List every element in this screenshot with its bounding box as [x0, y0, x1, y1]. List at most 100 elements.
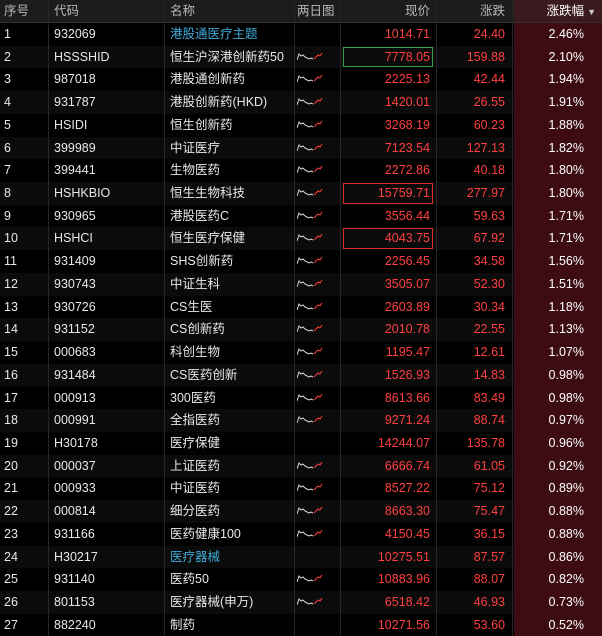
table-row[interactable]: 13 930726 CS生医 2603.89 30.34 1.18% [0, 295, 602, 319]
table-row[interactable]: 20 000037 上证医药 6666.74 61.05 0.92% [0, 454, 602, 478]
column-divider [512, 522, 513, 546]
sort-desc-icon[interactable]: ▼ [587, 7, 596, 17]
column-divider [512, 250, 513, 273]
column-divider [436, 250, 437, 273]
table-row[interactable]: 12 930743 中证生科 3505.07 52.30 1.51% [0, 272, 602, 296]
table-row[interactable]: 17 000913 300医药 8613.66 83.49 0.98% [0, 386, 602, 410]
row-change: 67.92 [473, 231, 505, 246]
row-idx: 6 [4, 140, 11, 155]
table-row[interactable]: 26 801153 医疗器械(申万) 6518.42 46.93 0.73% [0, 590, 602, 614]
table-row[interactable]: 1 932069 港股通医疗主题 1014.71 24.40 2.46% [0, 23, 602, 46]
row-name: 医疗保健 [170, 435, 221, 450]
header-change[interactable]: 涨跌 [437, 0, 509, 22]
header-spark[interactable]: 两日图 [297, 0, 337, 22]
row-name: 中证生科 [170, 276, 221, 291]
row-change: 135.78 [466, 435, 505, 450]
two-day-sparkline-icon [297, 370, 323, 378]
two-day-sparkline-icon [297, 188, 323, 197]
table-row[interactable]: 8 HSHKBIO 恒生生物科技 15759.71 277.97 1.80% [0, 182, 602, 205]
row-sparkline [297, 23, 337, 46]
column-divider [48, 522, 49, 546]
column-divider [436, 159, 437, 183]
table-row[interactable]: 22 000814 细分医药 8663.30 75.47 0.88% [0, 500, 602, 523]
row-sparkline [297, 364, 337, 387]
column-divider [436, 113, 437, 137]
table-row[interactable]: 3 987018 港股通创新药 2225.13 42.44 1.94% [0, 68, 602, 92]
column-divider [340, 500, 341, 523]
column-divider [48, 431, 49, 455]
table-row[interactable]: 10 HSHCI 恒生医疗保健 4043.75 67.92 1.71% [0, 227, 602, 251]
row-name: CS创新药 [170, 322, 225, 337]
column-divider [294, 363, 295, 387]
row-price: 2256.45 [384, 254, 430, 269]
table-row[interactable]: 7 399441 生物医药 2272.86 40.18 1.80% [0, 159, 602, 183]
row-change: 14.83 [473, 367, 505, 382]
row-pct: 1.71% [514, 204, 602, 228]
row-code: 399441 [54, 163, 96, 178]
table-row[interactable]: 9 930965 港股医药C 3556.44 59.63 1.71% [0, 204, 602, 228]
column-divider [340, 386, 341, 410]
row-name[interactable]: 医疗器械 [170, 546, 294, 569]
row-code: 000933 [54, 481, 96, 496]
table-row[interactable]: 21 000933 中证医药 8527.22 75.12 0.89% [0, 477, 602, 501]
row-name: 科创生物 [170, 345, 221, 360]
row-name: 恒生创新药 [170, 117, 233, 132]
column-divider [294, 318, 295, 342]
table-row[interactable]: 2 HSSSHID 恒生沪深港创新药50 7778.05 159.88 2.10% [0, 45, 602, 69]
row-change: 22.55 [473, 322, 505, 337]
column-divider [436, 545, 437, 569]
table-row[interactable]: 25 931140 医药50 10883.96 88.07 0.82% [0, 568, 602, 591]
table-row[interactable]: 24 H30217 医疗器械 10275.51 87.57 0.86% [0, 545, 602, 569]
column-divider [294, 68, 295, 92]
row-name: 300医药 [170, 390, 216, 405]
row-name[interactable]: 港股通医疗主题 [170, 23, 294, 46]
table-row[interactable]: 27 882240 制药 10271.56 53.60 0.52% [0, 613, 602, 636]
table-row[interactable]: 14 931152 CS创新药 2010.78 22.55 1.13% [0, 318, 602, 342]
column-divider [48, 91, 49, 114]
table-row[interactable]: 11 931409 SHS创新药 2256.45 34.58 1.56% [0, 250, 602, 273]
row-price: 1014.71 [384, 27, 430, 41]
column-divider [436, 568, 437, 591]
column-divider [48, 68, 49, 92]
table-row[interactable]: 18 000991 全指医药 9271.24 88.74 0.97% [0, 409, 602, 432]
table-row[interactable]: 19 H30178 医疗保健 14244.07 135.78 0.96% [0, 431, 602, 455]
column-divider [164, 0, 165, 22]
column-divider [340, 204, 341, 228]
column-divider [436, 295, 437, 319]
row-change: 36.15 [473, 526, 505, 541]
header-idx[interactable]: 序号 [4, 0, 44, 22]
header-price[interactable]: 现价 [342, 0, 434, 22]
row-price: 6666.74 [384, 458, 430, 473]
column-divider [294, 613, 295, 636]
table-row[interactable]: 4 931787 港股创新药(HKD) 1420.01 26.55 1.91% [0, 91, 602, 114]
row-change: 87.57 [473, 549, 505, 564]
column-divider [294, 295, 295, 319]
column-divider [164, 318, 165, 342]
row-change: 59.63 [473, 208, 505, 223]
table-row[interactable]: 6 399989 中证医疗 7123.54 127.13 1.82% [0, 136, 602, 160]
column-divider [164, 386, 165, 410]
column-divider [294, 182, 295, 205]
header-name[interactable]: 名称 [170, 0, 294, 22]
row-change: 83.49 [473, 390, 505, 405]
table-row[interactable]: 5 HSIDI 恒生创新药 3268.19 60.23 1.88% [0, 113, 602, 137]
column-divider [340, 454, 341, 478]
row-code: 931152 [54, 322, 95, 337]
table-row[interactable]: 16 931484 CS医药创新 1526.93 14.83 0.98% [0, 363, 602, 387]
column-divider [436, 454, 437, 478]
column-divider [294, 386, 295, 410]
column-divider [512, 113, 513, 137]
row-code: 931787 [54, 95, 96, 110]
table-row[interactable]: 23 931166 医药健康100 4150.45 36.15 0.88% [0, 522, 602, 546]
row-code: 000913 [54, 390, 96, 405]
header-code[interactable]: 代码 [54, 0, 154, 22]
table-row[interactable]: 15 000683 科创生物 1195.47 12.61 1.07% [0, 341, 602, 364]
row-idx: 27 [4, 617, 18, 632]
row-name: 港股通创新药 [170, 72, 246, 87]
header-pct[interactable]: 涨跌幅 ▼ [514, 0, 602, 22]
row-price: 8527.22 [384, 481, 430, 496]
column-divider [436, 182, 437, 205]
column-divider [164, 204, 165, 228]
row-sparkline [297, 432, 337, 455]
two-day-sparkline-icon [297, 97, 323, 106]
